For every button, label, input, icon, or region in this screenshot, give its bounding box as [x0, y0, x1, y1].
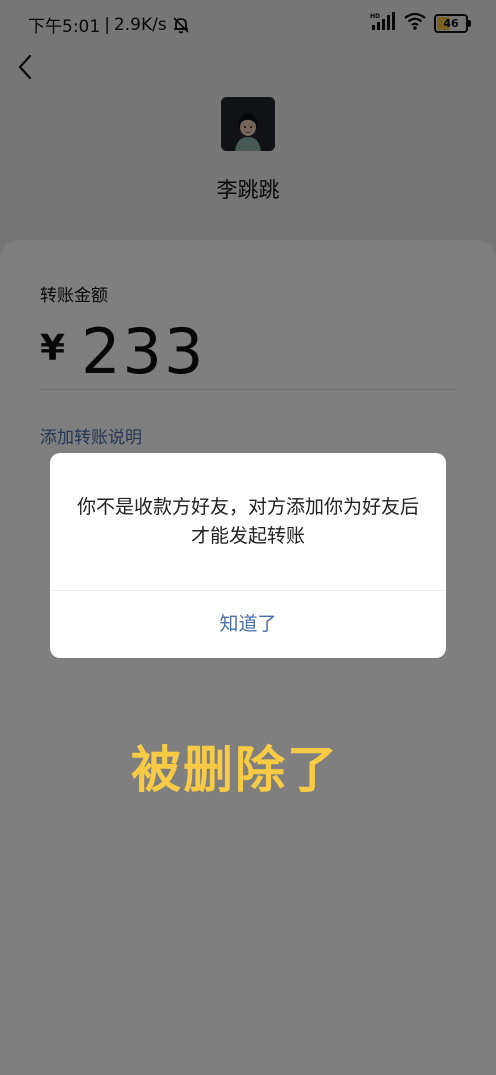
- dialog-message: 你不是收款方好友，对方添加你为好友后才能发起转账: [76, 496, 419, 547]
- annotation-text: 被删除了: [131, 741, 339, 799]
- alert-dialog: 你不是收款方好友，对方添加你为好友后才能发起转账 知道了: [50, 453, 446, 658]
- screen: 下午5:01 | 2.9K/s HD: [0, 0, 496, 1075]
- dialog-ok-button[interactable]: 知道了: [50, 591, 446, 658]
